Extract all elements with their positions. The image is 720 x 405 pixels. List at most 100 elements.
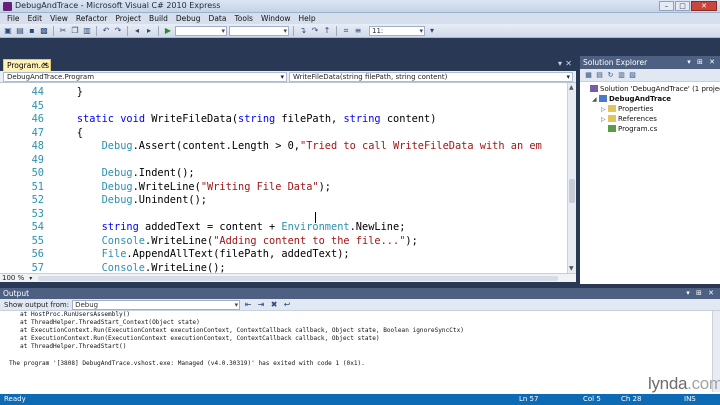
find-message-icon[interactable]: ⇤ <box>243 300 253 310</box>
menu-view[interactable]: View <box>46 14 72 23</box>
zoom-dropdown[interactable]: 100 % <box>2 274 33 283</box>
visual-studio-icon <box>3 2 12 11</box>
code-line[interactable]: 54 string addedText = content + Environm… <box>0 221 566 235</box>
stack-frame-combo[interactable]: 11: <box>369 25 425 36</box>
output-text[interactable]: at HostProc.RunUsersAssembly() at Thread… <box>0 311 710 392</box>
navigate-back-icon[interactable]: ◂ <box>132 26 142 36</box>
code-text[interactable]: Debug.Assert(content.Length > 0,"Tried t… <box>52 140 542 154</box>
code-text[interactable]: Console.WriteLine("Adding content to the… <box>52 235 418 249</box>
close-button[interactable]: ✕ <box>691 1 717 11</box>
minimize-button[interactable]: – <box>659 1 674 11</box>
menu-file[interactable]: File <box>3 14 24 23</box>
hex-display-icon[interactable]: ⌗ <box>341 26 351 36</box>
close-document-icon[interactable]: ✕ <box>565 59 572 68</box>
tree-item-label: DebugAndTrace <box>609 95 672 103</box>
menu-data[interactable]: Data <box>205 14 231 23</box>
open-file-icon[interactable]: ▤ <box>15 26 25 36</box>
code-line[interactable]: 49 <box>0 154 566 168</box>
member-dropdown[interactable]: WriteFileData(string filePath, string co… <box>289 72 573 82</box>
tree-item[interactable]: ◢ DebugAndTrace <box>580 94 720 104</box>
tree-item[interactable]: ▷ Properties <box>580 104 720 114</box>
code-line[interactable]: 55 Console.WriteLine("Adding content to … <box>0 235 566 249</box>
undo-icon[interactable]: ↶ <box>101 26 111 36</box>
panel-pin-close-icon[interactable]: ▾ ⊞ ✕ <box>687 56 717 69</box>
tab-list-dropdown-icon[interactable]: ▾ <box>558 59 562 68</box>
close-tab-icon[interactable]: ✕ <box>42 61 48 69</box>
line-number: 56 <box>31 248 44 260</box>
cut-icon[interactable]: ✂ <box>58 26 68 36</box>
view-class-diagram-icon[interactable]: ▧ <box>628 71 637 80</box>
properties-icon[interactable]: ▦ <box>584 71 593 80</box>
code-line[interactable]: 57 Console.WriteLine(); <box>0 262 566 274</box>
menu-edit[interactable]: Edit <box>24 14 47 23</box>
code-line[interactable]: 47 { <box>0 127 566 141</box>
menu-debug[interactable]: Debug <box>172 14 205 23</box>
tab-program-cs[interactable]: Program.cs ✕ <box>3 59 51 71</box>
redo-icon[interactable]: ↷ <box>113 26 123 36</box>
menu-project[interactable]: Project <box>111 14 145 23</box>
line-number: 50 <box>31 167 44 179</box>
clear-all-icon[interactable]: ✖ <box>269 300 279 310</box>
new-project-icon[interactable]: ▣ <box>3 26 13 36</box>
code-text[interactable]: Console.WriteLine(); <box>52 262 226 274</box>
toolbar-separator <box>127 25 128 36</box>
show-threads-icon[interactable]: ≡ <box>353 26 363 36</box>
code-line[interactable]: 56 File.AppendAllText(filePath, addedTex… <box>0 248 566 262</box>
toolbar-options-icon[interactable]: ▾ <box>427 26 437 36</box>
save-icon[interactable]: ▪ <box>27 26 37 36</box>
show-all-files-icon[interactable]: ▤ <box>595 71 604 80</box>
code-line[interactable]: 44 } <box>0 86 566 100</box>
scroll-down-icon[interactable]: ▼ <box>569 265 574 272</box>
code-text[interactable]: Debug.Unindent(); <box>52 194 207 208</box>
start-debugging-icon[interactable]: ▶ <box>163 26 173 36</box>
scroll-up-icon[interactable]: ▲ <box>569 84 574 91</box>
code-line[interactable]: 52 Debug.Unindent(); <box>0 194 566 208</box>
output-source-dropdown[interactable]: Debug <box>72 299 241 310</box>
code-text[interactable]: Debug.Indent(); <box>52 167 195 181</box>
tree-item[interactable]: ▷ References <box>580 114 720 124</box>
next-message-icon[interactable]: ⇥ <box>256 300 266 310</box>
tree-item[interactable]: Solution 'DebugAndTrace' (1 project) <box>580 84 720 94</box>
find-combo[interactable] <box>229 25 289 36</box>
tree-item[interactable]: Program.cs <box>580 124 720 134</box>
code-line[interactable]: 51 Debug.WriteLine("Writing File Data"); <box>0 181 566 195</box>
text-cursor <box>315 212 316 223</box>
code-text[interactable]: } <box>52 86 83 100</box>
view-code-icon[interactable]: ▥ <box>617 71 626 80</box>
code-text[interactable]: string addedText = content + Environment… <box>52 221 406 235</box>
panel-pin-close-icon[interactable]: ▾ ⊞ ✕ <box>686 288 716 299</box>
word-wrap-icon[interactable]: ↩ <box>282 300 292 310</box>
step-out-icon[interactable]: ↑ <box>322 26 332 36</box>
menu-build[interactable]: Build <box>145 14 172 23</box>
save-all-icon[interactable]: ▩ <box>39 26 49 36</box>
scroll-thumb[interactable] <box>569 179 575 203</box>
solution-explorer-title: Solution Explorer <box>583 58 648 67</box>
step-into-icon[interactable]: ↴ <box>298 26 308 36</box>
code-text[interactable]: static void WriteFileData(string filePat… <box>52 113 437 127</box>
navigate-forward-icon[interactable]: ▸ <box>144 26 154 36</box>
menu-help[interactable]: Help <box>295 14 320 23</box>
code-line[interactable]: 46 static void WriteFileData(string file… <box>0 113 566 127</box>
maximize-button[interactable]: □ <box>675 1 690 11</box>
step-over-icon[interactable]: ↷ <box>310 26 320 36</box>
paste-icon[interactable]: ▥ <box>82 26 92 36</box>
copy-icon[interactable]: ❐ <box>70 26 80 36</box>
code-line[interactable]: 53 <box>0 208 566 222</box>
editor-vertical-scrollbar[interactable]: ▲ ▼ <box>567 83 576 273</box>
code-line[interactable]: 50 Debug.Indent(); <box>0 167 566 181</box>
menu-refactor[interactable]: Refactor <box>72 14 111 23</box>
refresh-icon[interactable]: ↻ <box>606 71 615 80</box>
menu-tools[interactable]: Tools <box>230 14 256 23</box>
code-text[interactable]: File.AppendAllText(filePath, addedText); <box>52 248 350 262</box>
editor-horizontal-scrollbar[interactable] <box>38 276 558 281</box>
code-line[interactable]: 45 <box>0 100 566 114</box>
type-dropdown[interactable]: DebugAndTrace.Program <box>3 72 287 82</box>
solution-config-combo[interactable] <box>175 25 227 36</box>
solution-explorer-toolbar: ▦ ▤ ↻ ▥ ▧ <box>580 69 720 82</box>
code-line[interactable]: 48 Debug.Assert(content.Length > 0,"Trie… <box>0 140 566 154</box>
code-editor[interactable]: 44 } 45 46 static void WriteFileData(strin… <box>0 83 576 273</box>
menu-window[interactable]: Window <box>257 14 295 23</box>
code-text[interactable]: { <box>52 127 83 141</box>
code-text[interactable]: Debug.WriteLine("Writing File Data"); <box>52 181 331 195</box>
